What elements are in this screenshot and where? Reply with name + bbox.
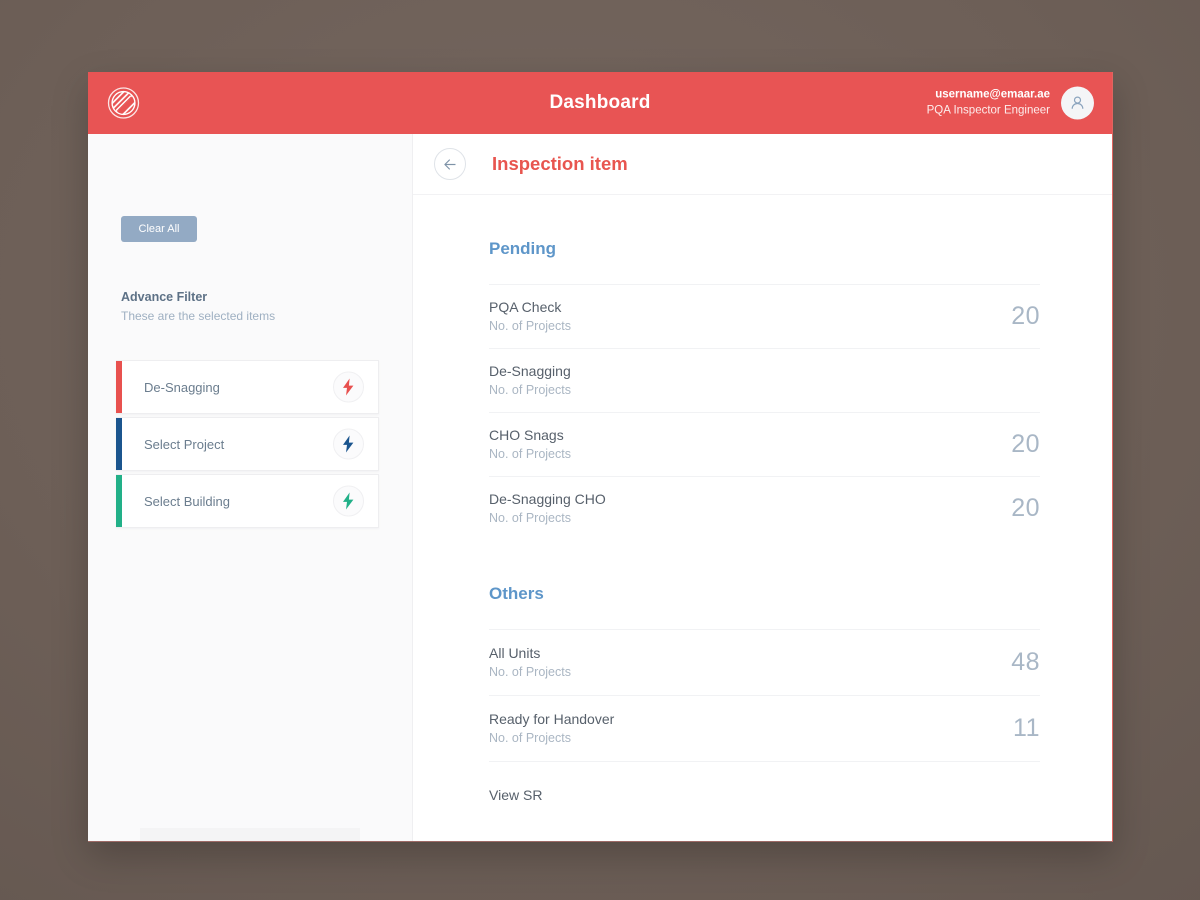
- accent-bar: [116, 418, 122, 470]
- list-item-pqa-check[interactable]: PQA Check No. of Projects 20: [489, 284, 1040, 348]
- row-title: De-Snagging: [489, 362, 571, 379]
- lightning-bolt-icon[interactable]: [333, 371, 364, 403]
- clear-all-button[interactable]: Clear All: [121, 216, 197, 242]
- section-title-others: Others: [489, 584, 544, 603]
- list-item-de-snagging[interactable]: De-Snagging No. of Projects: [489, 348, 1040, 412]
- filter-card-label: Select Building: [144, 493, 230, 509]
- row-text: Ready for Handover No. of Projects: [489, 710, 614, 748]
- accent-bar: [116, 475, 122, 527]
- user-email: username@emaar.ae: [935, 88, 1050, 101]
- list-item-all-units[interactable]: All Units No. of Projects 48: [489, 629, 1040, 695]
- main-panel: Inspection item Pending PQA Check No. of…: [413, 134, 1112, 841]
- row-title: Ready for Handover: [489, 710, 615, 727]
- row-title: PQA Check: [489, 298, 562, 315]
- row-title: All Units: [489, 644, 541, 661]
- inspection-sections: Pending PQA Check No. of Projects 20 De-…: [413, 195, 1112, 841]
- advance-filter-heading: Advance Filter: [121, 290, 208, 304]
- row-subtitle: No. of Projects: [489, 730, 571, 745]
- row-text: CHO Snags No. of Projects: [489, 426, 571, 464]
- row-title: De-Snagging CHO: [489, 490, 606, 507]
- list-item-cho-snags[interactable]: CHO Snags No. of Projects 20: [489, 412, 1040, 476]
- row-text: PQA Check No. of Projects: [489, 298, 571, 336]
- filter-card-select-building[interactable]: Select Building: [116, 474, 379, 528]
- header-user-area[interactable]: username@emaar.ae PQA Inspector Engineer: [927, 86, 1094, 120]
- back-button[interactable]: [434, 148, 466, 180]
- person-icon: [1071, 96, 1084, 109]
- search-button[interactable]: SEARCH: [140, 828, 360, 841]
- filter-sidebar: Clear All Advance Filter These are the s…: [88, 134, 413, 841]
- list-item-de-snagging-cho[interactable]: De-Snagging CHO No. of Projects 20: [489, 476, 1040, 540]
- row-value: 20: [1011, 302, 1040, 330]
- lightning-bolt-icon[interactable]: [333, 485, 364, 517]
- avatar[interactable]: [1061, 86, 1094, 120]
- row-subtitle: No. of Projects: [489, 382, 571, 397]
- section-title-pending: Pending: [489, 239, 557, 258]
- accent-bar: [116, 361, 122, 413]
- app-body: Clear All Advance Filter These are the s…: [88, 134, 1112, 841]
- row-title: CHO Snags: [489, 426, 564, 443]
- row-value: 20: [1011, 430, 1040, 458]
- row-text: View SR: [489, 788, 542, 802]
- filter-card-select-project[interactable]: Select Project: [116, 417, 379, 471]
- main-header: Inspection item: [413, 134, 1112, 195]
- advance-filter-subheading: These are the selected items: [121, 309, 276, 323]
- row-value: 48: [1011, 648, 1040, 676]
- lightning-bolt-icon[interactable]: [333, 428, 364, 460]
- user-meta: username@emaar.ae PQA Inspector Engineer: [927, 88, 1050, 118]
- list-item-ready-for-handover[interactable]: Ready for Handover No. of Projects 11: [489, 695, 1040, 761]
- list-item-view-sr[interactable]: View SR: [489, 761, 1040, 827]
- row-text: De-Snagging No. of Projects: [489, 362, 571, 400]
- app-header: Dashboard username@emaar.ae PQA Inspecto…: [88, 72, 1112, 134]
- row-subtitle: No. of Projects: [489, 446, 571, 461]
- page-title: Inspection item: [492, 153, 628, 174]
- filter-card-de-snagging[interactable]: De-Snagging: [116, 360, 379, 414]
- user-role: PQA Inspector Engineer: [926, 104, 1050, 116]
- filter-card-label: Select Project: [144, 436, 225, 452]
- row-value: 20: [1011, 494, 1040, 522]
- filter-card-label: De-Snagging: [144, 379, 220, 395]
- row-subtitle: No. of Projects: [489, 510, 571, 525]
- row-value: 11: [1013, 714, 1040, 742]
- app-window: Dashboard username@emaar.ae PQA Inspecto…: [88, 72, 1113, 842]
- row-text: De-Snagging CHO No. of Projects: [489, 490, 606, 528]
- row-title: View SR: [489, 786, 543, 803]
- row-text: All Units No. of Projects: [489, 644, 571, 682]
- arrow-left-icon: [443, 158, 455, 170]
- filter-card-list: De-Snagging Select Project Select Buildi…: [116, 360, 379, 531]
- row-subtitle: No. of Projects: [489, 318, 571, 333]
- row-subtitle: No. of Projects: [489, 664, 571, 679]
